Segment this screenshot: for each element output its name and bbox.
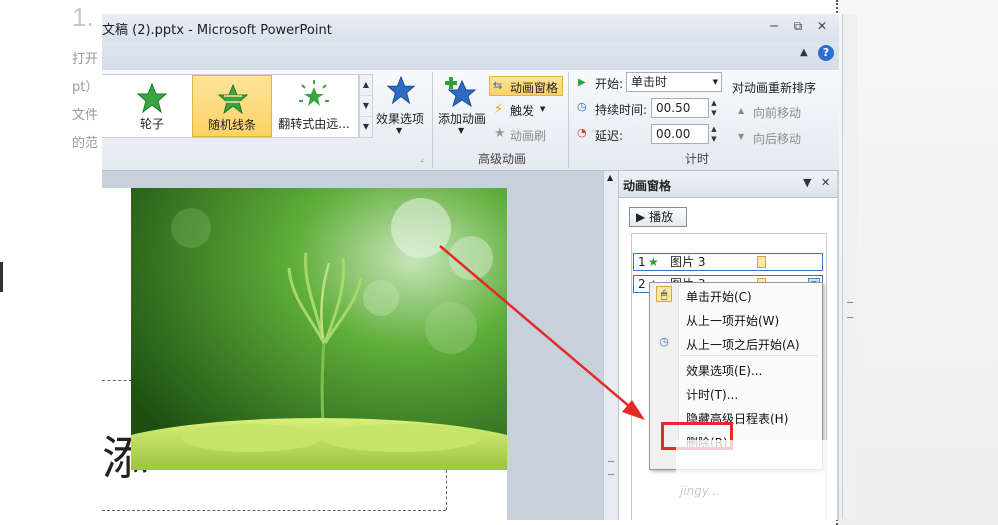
watermark: jingy... xyxy=(680,484,720,498)
watermark-area xyxy=(676,440,836,520)
annotation-arrow xyxy=(439,245,645,420)
